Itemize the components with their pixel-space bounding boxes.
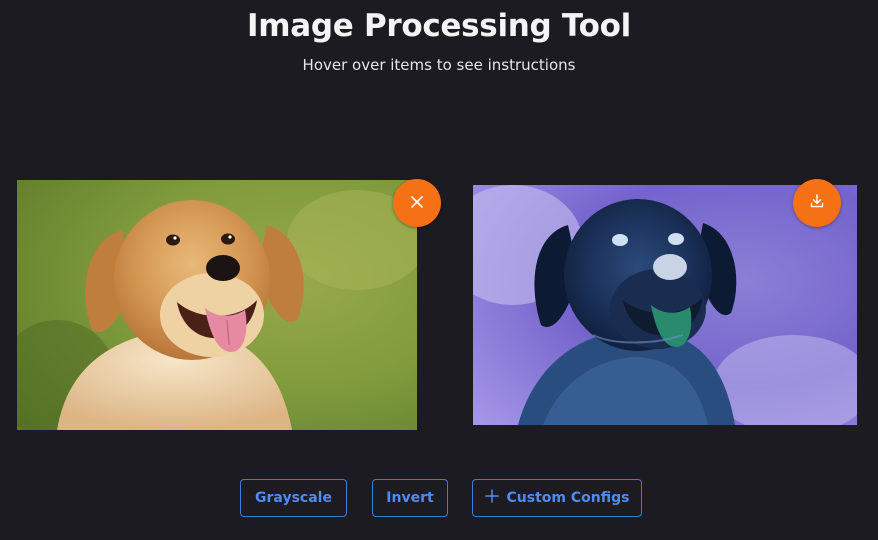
close-icon bbox=[410, 194, 424, 213]
plus-icon bbox=[484, 489, 499, 507]
processed-dog-picture bbox=[473, 185, 857, 425]
grayscale-button-label: Grayscale bbox=[255, 490, 332, 506]
page-title: Image Processing Tool bbox=[246, 8, 631, 44]
original-image[interactable] bbox=[17, 180, 417, 430]
original-dog-picture bbox=[17, 180, 417, 430]
processed-image[interactable] bbox=[473, 185, 857, 425]
invert-button[interactable]: Invert bbox=[372, 479, 448, 517]
invert-button-label: Invert bbox=[386, 490, 434, 506]
grayscale-button[interactable]: Grayscale bbox=[240, 479, 347, 517]
page-subtitle: Hover over items to see instructions bbox=[302, 56, 576, 74]
custom-configs-button[interactable]: Custom Configs bbox=[472, 479, 642, 517]
remove-image-button[interactable] bbox=[393, 179, 441, 227]
download-icon bbox=[809, 193, 825, 213]
custom-configs-button-label: Custom Configs bbox=[506, 490, 630, 506]
download-button[interactable] bbox=[793, 179, 841, 227]
